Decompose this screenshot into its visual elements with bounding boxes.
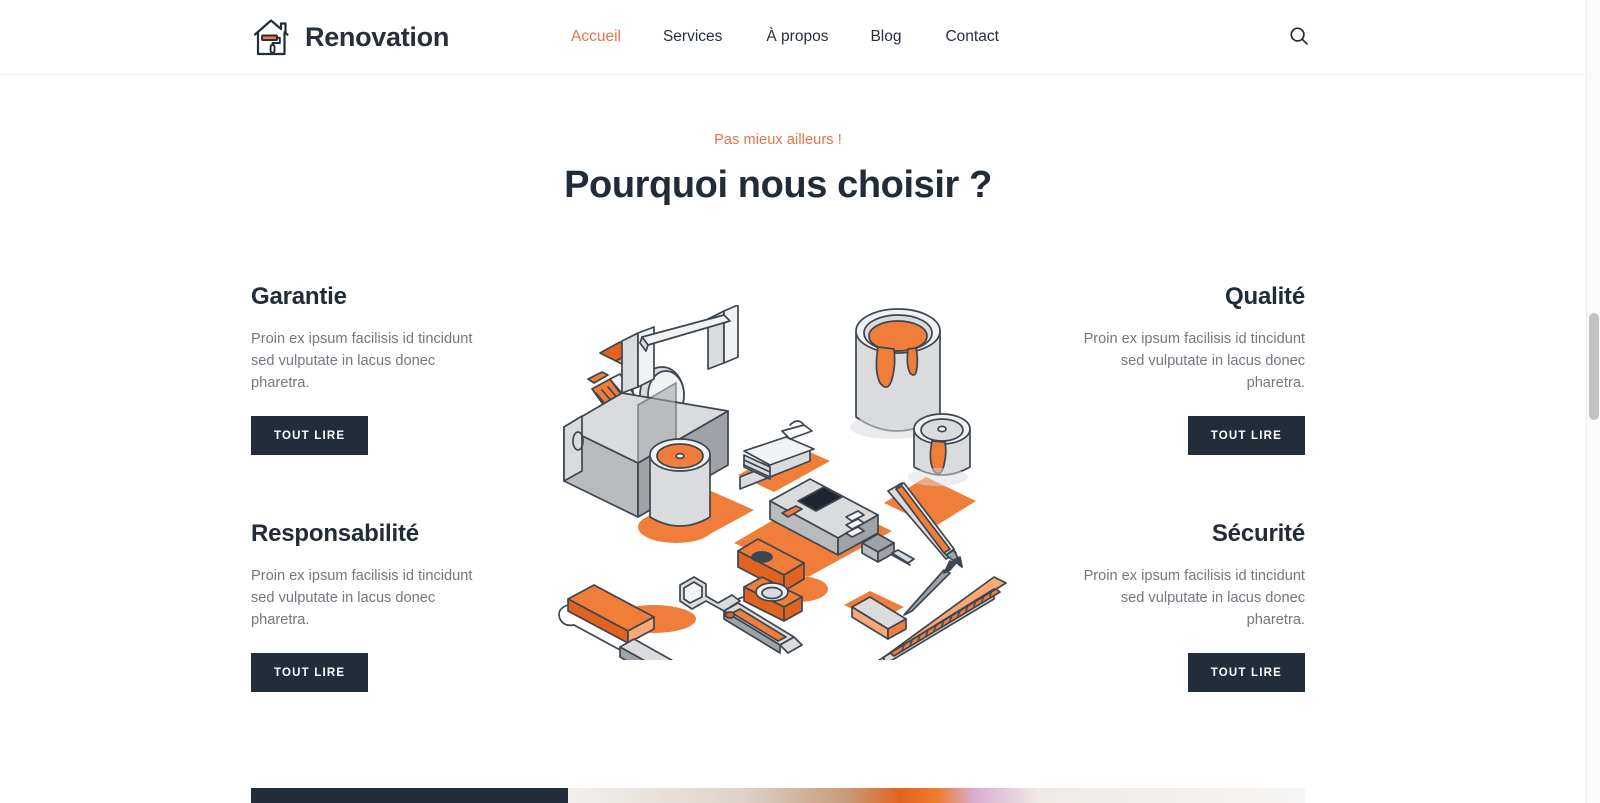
feature-card-qualite: Qualité Proin ex ipsum facilisis id tinc… — [1059, 283, 1305, 456]
brand-name: Renovation — [305, 21, 450, 52]
read-more-button-responsabilite[interactable]: Tout lire — [251, 653, 369, 693]
feature-card-securite: Sécurité Proin ex ipsum facilisis id tin… — [1059, 520, 1305, 693]
isometric-renovation-tools-illustration: .ln { fill:none; stroke:#3d4650; stroke-… — [558, 305, 1010, 660]
site-header: Renovation Accueil Services À propos Blo… — [0, 0, 1586, 75]
page-title: Pourquoi nous choisir ? — [564, 164, 992, 206]
nav-item-a-propos[interactable]: À propos — [766, 28, 828, 46]
search-icon — [1289, 26, 1309, 49]
search-button[interactable] — [1286, 24, 1312, 50]
next-section-photo — [568, 788, 1305, 803]
section-intro: Pas mieux ailleurs ! Pourquoi nous chois… — [0, 132, 1556, 207]
scrollbar-thumb[interactable] — [1589, 313, 1599, 420]
nav-link-contact[interactable]: Contact — [945, 22, 998, 51]
nav-item-services[interactable]: Services — [663, 28, 722, 46]
nav-link-a-propos[interactable]: À propos — [766, 22, 828, 51]
next-section-preview — [251, 788, 1305, 803]
read-more-button-garantie[interactable]: Tout lire — [251, 416, 369, 456]
nav-link-accueil[interactable]: Accueil — [571, 22, 621, 51]
house-paint-roller-icon — [251, 16, 291, 58]
nav-item-blog[interactable]: Blog — [870, 28, 901, 46]
feature-card-garantie: Garantie Proin ex ipsum facilisis id tin… — [251, 283, 497, 456]
read-more-button-qualite[interactable]: Tout lire — [1187, 416, 1305, 456]
feature-card-responsabilite: Responsabilité Proin ex ipsum facilisis … — [251, 520, 497, 693]
vertical-scrollbar[interactable] — [1586, 0, 1600, 803]
feature-title: Garantie — [251, 283, 347, 310]
nav-link-blog[interactable]: Blog — [870, 22, 901, 51]
feature-title: Qualité — [1225, 283, 1305, 310]
next-section-dark-panel — [251, 788, 568, 803]
brand-logo-link[interactable]: Renovation — [251, 16, 449, 58]
feature-description: Proin ex ipsum facilisis id tincidunt se… — [1083, 567, 1305, 628]
nav-item-contact[interactable]: Contact — [945, 28, 998, 46]
read-more-button-securite[interactable]: Tout lire — [1187, 653, 1305, 693]
section-eyebrow: Pas mieux ailleurs ! — [714, 132, 842, 148]
nav-item-accueil[interactable]: Accueil — [571, 28, 621, 46]
feature-title: Responsabilité — [251, 520, 419, 547]
feature-title: Sécurité — [1211, 520, 1305, 547]
nav-link-services[interactable]: Services — [663, 22, 722, 51]
main-navigation: Accueil Services À propos Blog Contact — [571, 28, 999, 46]
browser-viewport: Renovation Accueil Services À propos Blo… — [0, 0, 1600, 803]
feature-description: Proin ex ipsum facilisis id tincidunt se… — [251, 330, 473, 391]
feature-description: Proin ex ipsum facilisis id tincidunt se… — [251, 567, 473, 628]
feature-description: Proin ex ipsum facilisis id tincidunt se… — [1083, 330, 1305, 391]
